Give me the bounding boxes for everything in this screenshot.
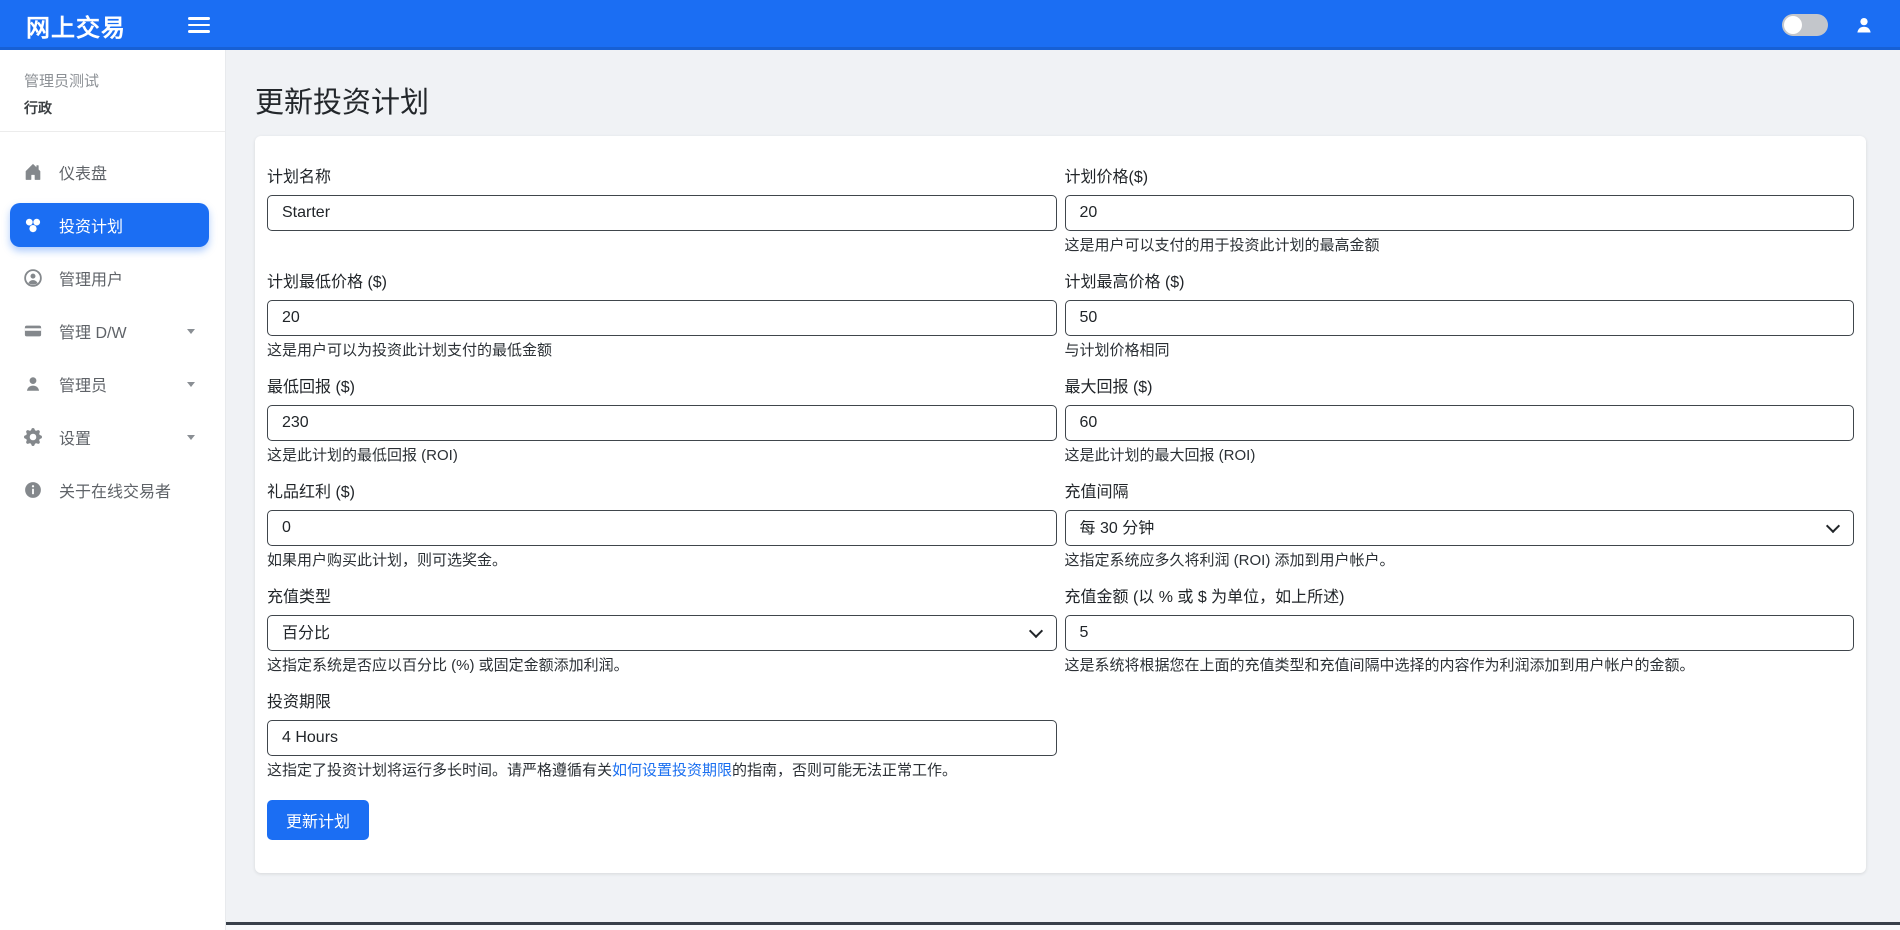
chevron-down-icon (187, 435, 195, 440)
chevron-down-icon (187, 329, 195, 334)
sidebar-item-label: 管理用户 (59, 266, 123, 290)
theme-toggle-knob (1784, 16, 1802, 34)
plan-name-label: 计划名称 (267, 163, 1057, 187)
coins-icon (24, 216, 42, 234)
sidebar-item-label: 投资计划 (59, 213, 123, 237)
field-min-return: 最低回报 ($) 这是此计划的最低回报 (ROI) (267, 373, 1057, 465)
topup-type-select[interactable]: 百分比 (267, 615, 1057, 651)
sidebar: 管理员测试 行政 仪表盘 投资计划 (0, 50, 226, 930)
field-plan-name: 计划名称 (267, 163, 1057, 255)
min-return-input[interactable] (267, 405, 1057, 441)
plan-name-input[interactable] (267, 195, 1057, 231)
field-plan-max-price: 计划最高价格 ($) 与计划价格相同 (1065, 268, 1855, 360)
field-topup-amount: 充值金额 (以 % 或 $ 为单位，如上所述) 这是系统将根据您在上面的充值类型… (1065, 583, 1855, 675)
info-circle-icon (24, 481, 42, 499)
plan-min-price-help: 这是用户可以为投资此计划支付的最低金额 (267, 342, 1057, 360)
topup-amount-help: 这是系统将根据您在上面的充值类型和充值间隔中选择的内容作为利润添加到用户帐户的金… (1065, 657, 1855, 675)
brand-title: 网上交易 (26, 8, 126, 43)
max-return-label: 最大回报 ($) (1065, 373, 1855, 397)
min-return-help: 这是此计划的最低回报 (ROI) (267, 447, 1057, 465)
field-plan-min-price: 计划最低价格 ($) 这是用户可以为投资此计划支付的最低金额 (267, 268, 1057, 360)
chevron-down-icon (187, 382, 195, 387)
plan-max-price-input[interactable] (1065, 300, 1855, 336)
plan-price-help: 这是用户可以支付的用于投资此计划的最高金额 (1065, 237, 1855, 255)
topup-interval-help: 这指定系统应多久将利润 (ROI) 添加到用户帐户。 (1065, 552, 1855, 570)
page-title: 更新投资计划 (255, 87, 1866, 119)
main-content: 更新投资计划 计划名称 计划价格($) 这是用户可以支付的用于投资此计划的最高金… (226, 50, 1900, 930)
gear-icon (24, 428, 42, 446)
credit-card-icon (24, 322, 42, 340)
investment-duration-label: 投资期限 (267, 688, 1057, 712)
topup-amount-label: 充值金额 (以 % 或 $ 为单位，如上所述) (1065, 583, 1855, 607)
update-plan-form: 计划名称 计划价格($) 这是用户可以支付的用于投资此计划的最高金额 计划最低价… (267, 163, 1854, 793)
topup-amount-input[interactable] (1065, 615, 1855, 651)
profile-role: 行政 (24, 98, 201, 118)
update-plan-button[interactable]: 更新计划 (267, 800, 369, 840)
hamburger-menu-icon[interactable] (188, 17, 210, 33)
plan-max-price-label: 计划最高价格 ($) (1065, 268, 1855, 292)
field-topup-interval: 充值间隔 每 30 分钟 这指定系统应多久将利润 (ROI) 添加到用户帐户。 (1065, 478, 1855, 570)
sidebar-item-settings[interactable]: 设置 (10, 415, 209, 459)
sidebar-item-label: 管理员 (59, 372, 107, 396)
theme-toggle[interactable] (1782, 14, 1828, 36)
update-plan-form-card: 计划名称 计划价格($) 这是用户可以支付的用于投资此计划的最高金额 计划最低价… (255, 136, 1866, 873)
gift-bonus-label: 礼品红利 ($) (267, 478, 1057, 502)
field-topup-type: 充值类型 百分比 这指定系统是否应以百分比 (%) 或固定金额添加利润。 (267, 583, 1057, 675)
sidebar-item-label: 管理 D/W (59, 319, 127, 343)
plan-price-input[interactable] (1065, 195, 1855, 231)
plan-price-label: 计划价格($) (1065, 163, 1855, 187)
app-window: 网上交易 管理员测试 行政 (0, 0, 1900, 930)
sidebar-profile: 管理员测试 行政 (0, 50, 225, 132)
home-icon (24, 163, 42, 181)
user-circle-icon (24, 269, 42, 287)
field-empty-cell (1065, 688, 1855, 780)
topup-interval-label: 充值间隔 (1065, 478, 1855, 502)
sidebar-item-admins[interactable]: 管理员 (10, 362, 209, 406)
sidebar-item-label: 仪表盘 (59, 160, 107, 184)
user-account-icon[interactable] (1854, 15, 1874, 35)
field-investment-duration: 投资期限 这指定了投资计划将运行多长时间。请严格遵循有关如何设置投资期限的指南，… (267, 688, 1057, 780)
topup-type-label: 充值类型 (267, 583, 1057, 607)
sidebar-item-dashboard[interactable]: 仪表盘 (10, 150, 209, 194)
field-gift-bonus: 礼品红利 ($) 如果用户购买此计划，则可选奖金。 (267, 478, 1057, 570)
field-max-return: 最大回报 ($) 这是此计划的最大回报 (ROI) (1065, 373, 1855, 465)
gift-bonus-help: 如果用户购买此计划，则可选奖金。 (267, 552, 1057, 570)
max-return-help: 这是此计划的最大回报 (ROI) (1065, 447, 1855, 465)
sidebar-item-label: 关于在线交易者 (59, 478, 171, 502)
topup-interval-select[interactable]: 每 30 分钟 (1065, 510, 1855, 546)
duration-guide-link[interactable]: 如何设置投资期限 (612, 762, 732, 779)
sidebar-item-manage-dw[interactable]: 管理 D/W (10, 309, 209, 353)
profile-name: 管理员测试 (24, 70, 201, 91)
sidebar-menu: 仪表盘 投资计划 管理用户 (0, 132, 225, 512)
top-navbar: 网上交易 (0, 0, 1900, 50)
plan-max-price-help: 与计划价格相同 (1065, 342, 1855, 360)
sidebar-item-manage-users[interactable]: 管理用户 (10, 256, 209, 300)
person-icon (24, 375, 42, 393)
min-return-label: 最低回报 ($) (267, 373, 1057, 397)
topup-type-help: 这指定系统是否应以百分比 (%) 或固定金额添加利润。 (267, 657, 1057, 675)
plan-min-price-label: 计划最低价格 ($) (267, 268, 1057, 292)
navbar-right (1782, 14, 1874, 36)
sidebar-item-about[interactable]: 关于在线交易者 (10, 468, 209, 512)
investment-duration-input[interactable] (267, 720, 1057, 756)
max-return-input[interactable] (1065, 405, 1855, 441)
sidebar-item-investment-plans[interactable]: 投资计划 (10, 203, 209, 247)
horizontal-scrollbar[interactable] (226, 922, 1900, 925)
sidebar-item-label: 设置 (59, 425, 91, 449)
gift-bonus-input[interactable] (267, 510, 1057, 546)
plan-min-price-input[interactable] (267, 300, 1057, 336)
investment-duration-help: 这指定了投资计划将运行多长时间。请严格遵循有关如何设置投资期限的指南，否则可能无… (267, 762, 1057, 780)
field-plan-price: 计划价格($) 这是用户可以支付的用于投资此计划的最高金额 (1065, 163, 1855, 255)
